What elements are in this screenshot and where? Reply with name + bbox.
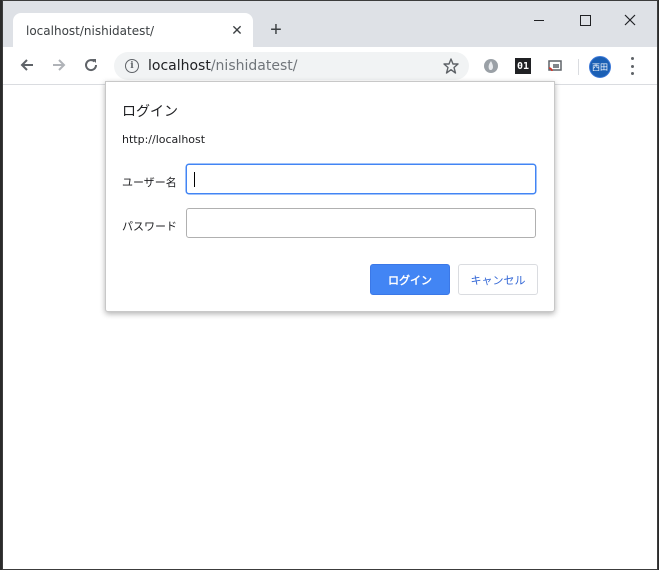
password-field[interactable] (186, 208, 536, 238)
reload-icon (85, 59, 98, 72)
dialog-origin: http://localhost (122, 133, 206, 146)
arrow-left-icon (20, 59, 33, 71)
close-icon (624, 14, 636, 26)
login-dialog: ログイン http://localhost ユーザー名 パスワード ログイン キ… (105, 81, 555, 312)
login-button[interactable]: ログイン (370, 264, 450, 295)
toolbar: i localhost/nishidatest/ 01 西田 (3, 47, 657, 85)
username-label: ユーザー名 (122, 176, 177, 189)
tab-strip: localhost/nishidatest/ ✕ + (3, 1, 657, 47)
close-window-button[interactable] (615, 7, 645, 33)
username-field[interactable] (186, 164, 536, 194)
extension-counter-icon[interactable]: 01 (514, 57, 532, 75)
minimize-button[interactable] (524, 7, 554, 33)
new-tab-icon[interactable]: + (266, 20, 286, 40)
text-caret (194, 172, 195, 187)
back-button[interactable] (16, 54, 38, 76)
info-icon[interactable]: i (125, 59, 139, 73)
extension-counter-label: 01 (515, 58, 531, 74)
extension-icon[interactable] (482, 57, 500, 75)
arrow-right-icon (53, 59, 66, 71)
url-path: /nishidatest/ (210, 58, 298, 74)
reload-button[interactable] (80, 54, 102, 76)
tab-title: localhost/nishidatest/ (26, 24, 155, 38)
tab-active[interactable]: localhost/nishidatest/ ✕ (13, 13, 253, 47)
forward-button[interactable] (48, 54, 70, 76)
minimize-icon (534, 19, 544, 21)
maximize-icon (579, 14, 591, 26)
address-bar[interactable]: i localhost/nishidatest/ (114, 52, 469, 80)
url-host: localhost (148, 58, 211, 74)
menu-icon[interactable] (624, 57, 640, 75)
extension-drop-icon (484, 59, 498, 73)
cast-screen-icon (548, 60, 562, 72)
cast-icon[interactable] (546, 57, 564, 75)
toolbar-divider (578, 59, 579, 75)
tab-close-icon[interactable]: ✕ (229, 22, 245, 38)
url-text[interactable]: localhost/nishidatest/ (148, 58, 297, 74)
password-label: パスワード (122, 220, 177, 233)
dialog-title: ログイン (122, 104, 178, 120)
browser-window: localhost/nishidatest/ ✕ + i localhost/n… (2, 0, 658, 570)
maximize-button[interactable] (570, 7, 600, 33)
star-icon[interactable] (442, 57, 460, 75)
avatar[interactable]: 西田 (589, 56, 611, 78)
cancel-button[interactable]: キャンセル (458, 264, 538, 295)
